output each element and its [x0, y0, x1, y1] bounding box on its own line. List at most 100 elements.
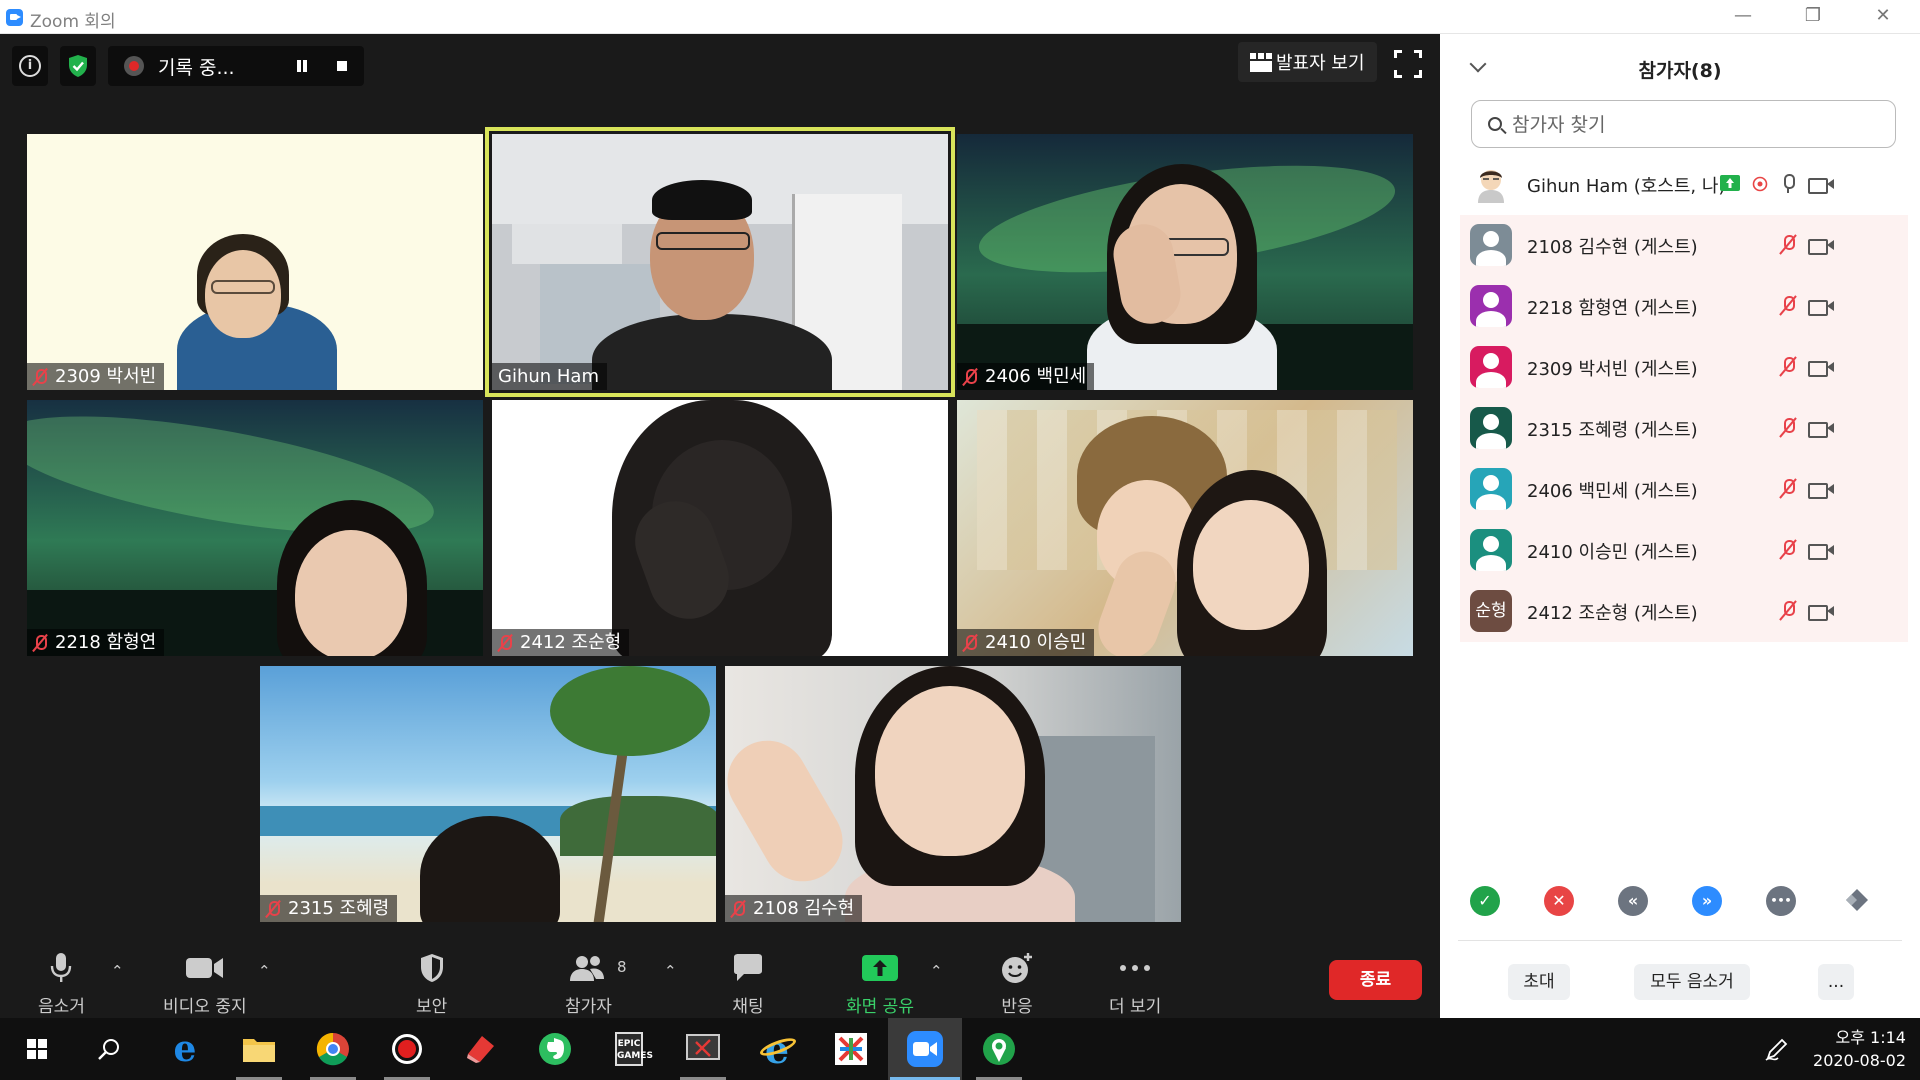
taskbar-snipping[interactable] [666, 1018, 740, 1080]
participant-row[interactable]: 2309 박서빈 (게스트) [1460, 337, 1908, 398]
avatar [1470, 407, 1512, 449]
taskbar-app-c[interactable] [962, 1018, 1036, 1080]
video-camera-icon[interactable] [1808, 542, 1834, 560]
fullscreen-button[interactable] [1394, 50, 1422, 78]
chat-button[interactable]: 채팅 [732, 950, 764, 1017]
no-x-icon[interactable]: ✕ [1544, 886, 1574, 916]
stop-recording-button[interactable] [332, 56, 352, 76]
video-camera-icon[interactable] [1808, 359, 1834, 377]
video-camera-icon[interactable] [1808, 298, 1834, 316]
more-button[interactable]: 더 보기 [1109, 950, 1161, 1017]
mute-button[interactable]: 음소거 [38, 950, 85, 1017]
tile-name-tag: 2218 함형연 [27, 629, 165, 656]
video-tile[interactable]: 2412 조순형 [492, 400, 948, 656]
yes-check-icon[interactable]: ✓ [1470, 886, 1500, 916]
video-tile[interactable]: 2315 조혜령 [260, 666, 716, 922]
security-button[interactable]: 보안 [416, 950, 447, 1017]
video-tile[interactable]: 2406 백민세 [957, 134, 1413, 390]
epic-games-icon: EPIC GAMES [615, 1032, 653, 1066]
video-camera-icon[interactable] [1808, 481, 1834, 499]
encryption-badge[interactable] [60, 46, 96, 86]
avatar [1470, 285, 1512, 327]
muted-mic-icon[interactable] [1780, 599, 1796, 623]
taskbar-edge[interactable]: e [148, 1018, 222, 1080]
tile-name-tag: Gihun Ham [492, 363, 607, 390]
end-meeting-button[interactable]: 종료 [1329, 960, 1422, 1000]
taskbar-epic-games[interactable]: EPIC GAMES [592, 1018, 666, 1080]
avatar [1470, 346, 1512, 388]
pen-icon [1765, 1038, 1788, 1061]
minimize-button[interactable]: — [1708, 0, 1778, 34]
panel-more-button[interactable]: ... [1818, 964, 1854, 1000]
go-faster-icon[interactable]: » [1692, 886, 1722, 916]
muted-mic-icon[interactable] [1780, 294, 1796, 318]
system-clock[interactable]: 오후 1:14 2020-08-02 [1813, 1026, 1906, 1072]
invite-button[interactable]: 초대 [1508, 964, 1570, 1000]
taskbar-zoom[interactable] [888, 1018, 962, 1080]
chat-bubble-icon [732, 950, 764, 986]
muted-mic-icon[interactable] [1780, 477, 1796, 501]
participant-row[interactable]: 2108 김수현 (게스트) [1460, 215, 1908, 276]
window-title: Zoom 회의 [30, 12, 116, 32]
recording-icon [1752, 176, 1768, 196]
start-button[interactable] [0, 1018, 74, 1080]
panel-title: 참가자(8) [1638, 60, 1722, 82]
muted-mic-icon[interactable] [1780, 233, 1796, 257]
tile-name: 2412 조순형 [520, 632, 622, 653]
mute-all-button[interactable]: 모두 음소거 [1634, 964, 1750, 1000]
video-options-caret[interactable]: ⌃ [258, 962, 271, 980]
clear-eraser-icon[interactable] [1842, 886, 1872, 916]
video-tile[interactable]: 2410 이승민 [957, 400, 1413, 656]
video-tile[interactable]: 2218 함형연 [27, 400, 483, 656]
participant-row[interactable]: 2410 이승민 (게스트) [1460, 520, 1908, 581]
video-camera-icon[interactable] [1808, 176, 1834, 194]
muted-mic-icon[interactable] [1780, 416, 1796, 440]
video-camera-icon[interactable] [1808, 603, 1834, 621]
participant-row[interactable]: 2315 조혜령 (게스트) [1460, 398, 1908, 459]
participant-row-host[interactable]: Gihun Ham (호스트, 나) [1460, 154, 1908, 215]
avatar [1470, 468, 1512, 510]
participant-row[interactable]: 2406 백민세 (게스트) [1460, 459, 1908, 520]
microphone-icon[interactable] [1780, 172, 1796, 196]
video-tile[interactable]: 2108 김수현 [725, 666, 1181, 922]
restore-button[interactable]: ❐ [1778, 0, 1848, 34]
taskbar-app-b[interactable] [814, 1018, 888, 1080]
share-options-caret[interactable]: ⌃ [930, 962, 943, 980]
go-slower-icon[interactable]: « [1618, 886, 1648, 916]
participants-icon: 8 [568, 950, 627, 986]
participants-button[interactable]: 8 참가자 [565, 950, 627, 1017]
speaker-view-button[interactable]: 발표자 보기 [1238, 42, 1377, 82]
participant-row[interactable]: 순형 2412 조순형 (게스트) [1460, 581, 1908, 642]
taskbar-search-button[interactable] [72, 1018, 146, 1080]
pen-workspace-button[interactable] [1740, 1018, 1814, 1080]
shield-check-icon [69, 55, 87, 77]
more-reactions-icon[interactable]: ••• [1766, 886, 1796, 916]
window-titlebar: Zoom 회의 — ❐ ✕ [0, 0, 1920, 34]
video-camera-icon[interactable] [1808, 420, 1834, 438]
participant-search[interactable] [1471, 100, 1896, 148]
participants-panel: 참가자(8) Gihun Ham (호스트, 나) 2108 김수현 (게스트) 2… [1440, 34, 1920, 1018]
taskbar-evernote[interactable] [518, 1018, 592, 1080]
video-camera-icon[interactable] [1808, 237, 1834, 255]
avatar-initials: 순형 [1475, 601, 1507, 621]
muted-mic-icon [731, 900, 745, 918]
muted-mic-icon[interactable] [1780, 538, 1796, 562]
participant-row[interactable]: 2218 함형연 (게스트) [1460, 276, 1908, 337]
meeting-info-button[interactable]: i [12, 46, 48, 86]
taskbar-chrome[interactable] [296, 1018, 370, 1080]
taskbar-app[interactable] [444, 1018, 518, 1080]
close-window-button[interactable]: ✕ [1848, 0, 1918, 34]
taskbar-internet-explorer[interactable]: e [740, 1018, 814, 1080]
stop-video-button[interactable]: 비디오 중지 [163, 950, 247, 1017]
share-screen-button[interactable]: 화면 공유 [846, 950, 914, 1017]
taskbar-recorder[interactable] [370, 1018, 444, 1080]
participant-search-input[interactable] [1512, 111, 1882, 139]
video-tile-active-speaker[interactable]: Gihun Ham [485, 127, 955, 397]
reactions-button[interactable]: 반응 [1000, 950, 1034, 1017]
video-tile[interactable]: 2309 박서빈 [27, 134, 483, 390]
muted-mic-icon[interactable] [1780, 355, 1796, 379]
participants-options-caret[interactable]: ⌃ [664, 962, 677, 980]
taskbar-file-explorer[interactable] [222, 1018, 296, 1080]
pause-recording-button[interactable] [292, 56, 312, 76]
audio-options-caret[interactable]: ⌃ [111, 962, 124, 980]
